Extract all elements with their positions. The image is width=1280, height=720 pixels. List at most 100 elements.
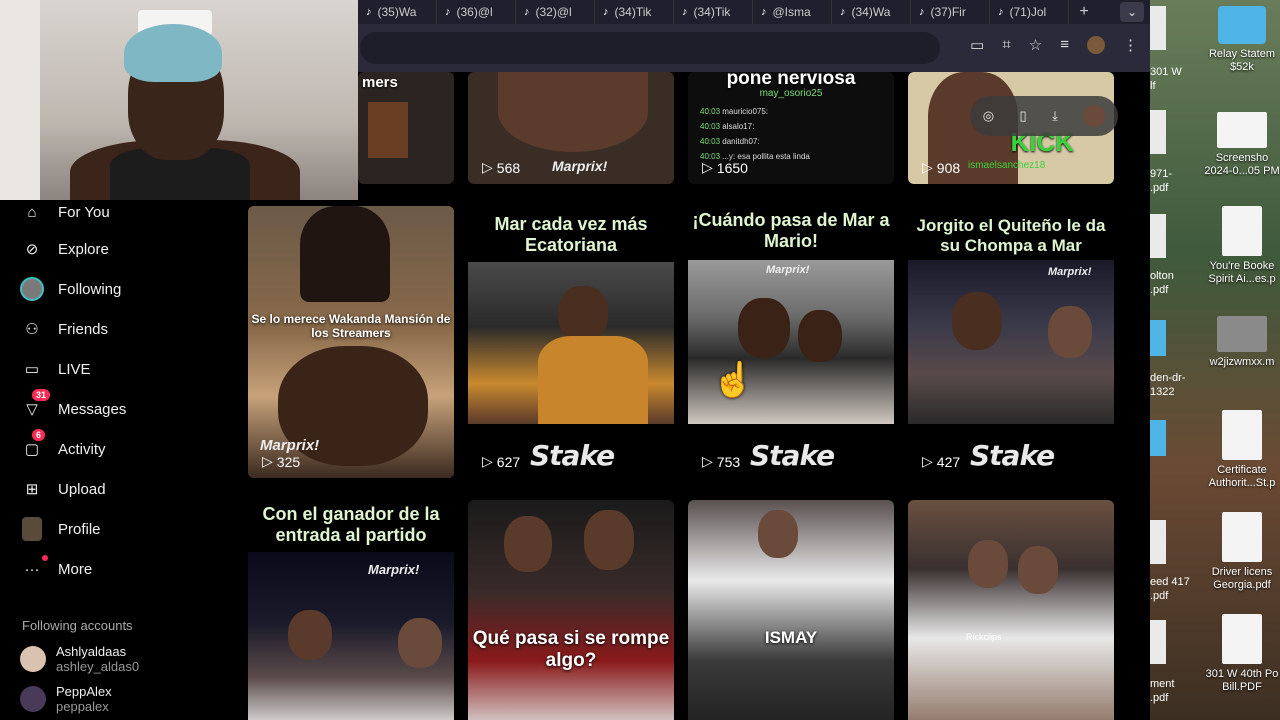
- chat-overlay: 40:03 mauricio075: 40:03 alsalo17: 40:03…: [700, 107, 810, 161]
- webcam-overlay: [0, 0, 358, 200]
- shelf-image: [368, 102, 408, 158]
- notification-dot: [42, 555, 48, 561]
- browser-tab[interactable]: ♪ (34)Wa: [832, 0, 911, 24]
- screenshot-icon: [1217, 112, 1267, 148]
- sidebar-item-profile[interactable]: Profile: [20, 517, 101, 541]
- desktop-file[interactable]: 301 W 40th Po Bill.PDF: [1204, 614, 1280, 694]
- desktop-file[interactable]: Driver licens Georgia.pdf: [1204, 512, 1280, 592]
- tiktok-icon: ♪: [761, 6, 767, 18]
- sidebar-item-upload[interactable]: ⊞ Upload: [20, 477, 106, 501]
- face-image: [968, 540, 1008, 588]
- phone-icon[interactable]: ▯: [1020, 108, 1027, 124]
- address-bar[interactable]: [360, 32, 940, 64]
- video-card[interactable]: Jorgito el Quiteño le da su Chompa a Mar…: [908, 206, 1114, 478]
- desktop-file[interactable]: You're Booke Spirit Ai...es.p: [1204, 206, 1280, 286]
- home-icon: ⌂: [27, 203, 37, 221]
- video-card[interactable]: Mar cada vez más Ecatoriana Stake ▷ 627: [468, 206, 674, 478]
- sidebar-item-activity[interactable]: ▢ 6 Activity: [20, 429, 106, 461]
- compass-icon: ⊘: [25, 241, 39, 258]
- notification-badge: 31: [32, 389, 51, 401]
- pdf-file-icon: [1222, 410, 1262, 460]
- desktop-file[interactable]: Certificate Authorit...St.p: [1204, 410, 1280, 490]
- video-card[interactable]: ¡Cuándo pasa de Mar a Mario! Marprix! St…: [688, 206, 894, 478]
- video-grid: mers ▷ 568 Marprix! pone nerviosa may_oso…: [248, 72, 1118, 720]
- following-accounts-title: Following accounts: [22, 618, 133, 633]
- video-card[interactable]: mers: [358, 72, 454, 184]
- play-icon: ▷: [262, 453, 273, 469]
- avatar: [20, 646, 46, 672]
- video-card[interactable]: Se lo merece Wakanda Mansión de los Stre…: [248, 206, 454, 478]
- messages-icon: ▽ 31: [20, 389, 51, 421]
- video-card[interactable]: Rickclips: [908, 500, 1114, 720]
- browser-tab[interactable]: ♪ (34)Tik: [595, 0, 674, 24]
- browser-tab[interactable]: ♪ (37)Fir: [911, 0, 990, 24]
- video-card[interactable]: pone nerviosa may_osorio25 40:03 maurici…: [688, 72, 894, 184]
- translate-icon[interactable]: ⌗: [1002, 36, 1010, 54]
- download-icon[interactable]: ⤓: [1052, 108, 1058, 124]
- media-controls-icon[interactable]: ≡: [1060, 36, 1069, 54]
- door-image: [0, 0, 40, 200]
- face-image: [1048, 306, 1092, 358]
- sidebar-item-friends[interactable]: ⚇ Friends: [20, 317, 108, 341]
- browser-tab[interactable]: ♪ (35)Wa: [358, 0, 437, 24]
- video-thumbnail: [468, 500, 674, 720]
- view-count: ▷ 753: [702, 453, 741, 470]
- sidebar-item-more[interactable]: ··· More: [20, 555, 92, 581]
- following-avatar-icon: [20, 277, 44, 301]
- kebab-menu-icon[interactable]: ⋮: [1123, 36, 1138, 54]
- live-icon: ▭: [24, 361, 40, 378]
- face-image: [288, 610, 332, 660]
- sidebar-item-messages[interactable]: ▽ 31 Messages: [20, 389, 126, 421]
- browser-tab[interactable]: ♪ (34)Tik: [674, 0, 753, 24]
- folder-icon: [1150, 420, 1166, 456]
- video-card[interactable]: Con el ganador de la entrada al partido …: [248, 500, 454, 720]
- browser-tab[interactable]: ♪ (36)@l: [437, 0, 516, 24]
- view-count: ▷ 568: [482, 159, 521, 176]
- browser-tab[interactable]: ♪ (71)Jol: [990, 0, 1069, 24]
- video-thumbnail: [498, 72, 648, 152]
- video-hover-controls: ◎ ▯ ⤓: [970, 96, 1118, 136]
- notification-badge: 6: [32, 429, 46, 441]
- sidebar-item-live[interactable]: ▭ LIVE: [20, 357, 91, 381]
- durag-image: [124, 24, 222, 82]
- browser-tab[interactable]: ♪ @Isma: [753, 0, 832, 24]
- creator-avatar-icon[interactable]: [1083, 105, 1106, 127]
- view-count: ▷ 627: [482, 453, 521, 470]
- desktop-file[interactable]: w2jizwmxx.m: [1204, 316, 1280, 369]
- sidebar-item-explore[interactable]: ⊘ Explore: [20, 237, 109, 261]
- person-image: [300, 206, 390, 302]
- video-card[interactable]: ISMAY: [688, 500, 894, 720]
- upload-icon: ⊞: [25, 481, 39, 498]
- video-card[interactable]: ▷ 568 Marprix!: [468, 72, 674, 184]
- profile-avatar-icon: [20, 517, 44, 541]
- tiktok-icon: ♪: [603, 6, 609, 18]
- profile-avatar-icon[interactable]: [1087, 36, 1105, 54]
- play-icon: ▷: [482, 159, 493, 175]
- play-icon: ▷: [702, 159, 713, 175]
- cast-icon[interactable]: ▭: [970, 36, 984, 54]
- sidebar-item-for-you[interactable]: ⌂ For You: [20, 200, 109, 224]
- view-count: ▷ 908: [922, 159, 961, 176]
- face-image: [952, 292, 1002, 350]
- video-card[interactable]: Qué pasa si se rompe algo?: [468, 500, 674, 720]
- file-icon: [1150, 214, 1166, 258]
- desktop-folder[interactable]: Relay Statem $52k: [1204, 6, 1280, 74]
- sidebar-item-following[interactable]: Following: [20, 277, 121, 301]
- jacket-image: [538, 336, 648, 424]
- face-image: [558, 286, 608, 342]
- toolbar-icons: ▭ ⌗ ☆ ≡ ⋮: [970, 36, 1138, 54]
- pdf-file-icon: [1222, 614, 1262, 664]
- following-account[interactable]: Ashlyaldaas ashley_aldas0: [20, 644, 139, 674]
- browser-tab[interactable]: ♪ (32)@l: [516, 0, 595, 24]
- following-account[interactable]: PeppAlex peppalex: [20, 684, 112, 714]
- desktop-file[interactable]: Screensho 2024-0...05 PM: [1204, 112, 1280, 178]
- pdf-file-icon: [1222, 206, 1262, 256]
- face-image: [738, 298, 790, 358]
- tiktok-icon: ♪: [840, 6, 846, 18]
- new-tab-button[interactable]: +: [1069, 3, 1099, 21]
- tiktok-icon[interactable]: ◎: [983, 108, 994, 124]
- tab-search-button[interactable]: ⌄: [1120, 2, 1144, 22]
- play-icon: ▷: [922, 453, 933, 469]
- video-thumbnail: [908, 500, 1114, 720]
- bookmark-star-icon[interactable]: ☆: [1029, 36, 1042, 54]
